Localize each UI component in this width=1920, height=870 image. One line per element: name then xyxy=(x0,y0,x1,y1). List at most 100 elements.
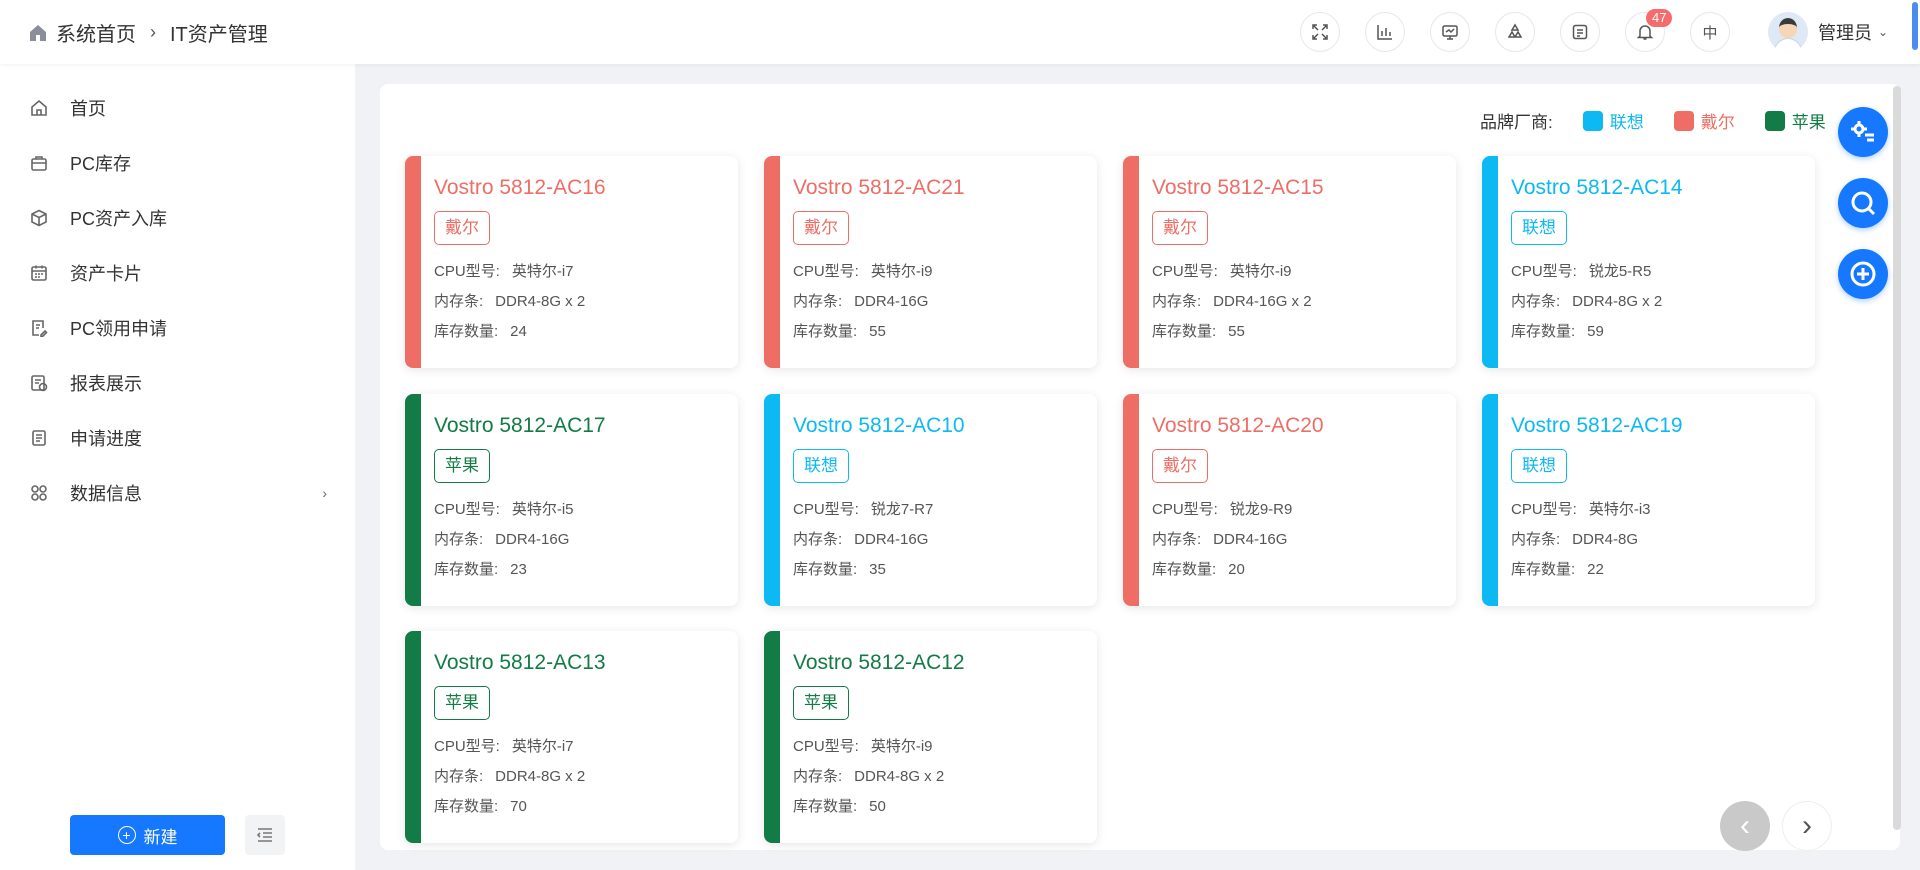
stock-label: 库存数量: xyxy=(793,561,858,578)
user-name: 管理员 xyxy=(1818,23,1872,43)
memory-label: 内存条: xyxy=(793,531,843,548)
cpu-value: 锐龙7-R7 xyxy=(870,501,934,518)
cpu-value: 英特尔-i9 xyxy=(1229,263,1292,280)
sidebar: 首页 PC库存 PC资产入库 资产卡片 PC领用申请 报表展示 申请进度 数据信… xyxy=(0,64,355,870)
card-title: Vostro 5812-AC12 xyxy=(793,651,965,674)
cpu-value: 英特尔-i3 xyxy=(1588,501,1651,518)
sidebar-item-asset-card[interactable]: 资产卡片 xyxy=(0,245,355,300)
recycle-button[interactable] xyxy=(1495,12,1535,52)
stock-label: 库存数量: xyxy=(793,798,858,815)
brand-tag: 苹果 xyxy=(793,686,849,720)
stock-value: 22 xyxy=(1587,561,1604,578)
add-button[interactable] xyxy=(1838,249,1888,299)
stock-row: 库存数量: 55 xyxy=(1152,320,1245,341)
asset-card[interactable]: Vostro 5812-AC16 戴尔 CPU型号: 英特尔-i7 内存条: DDR4-8… xyxy=(405,156,738,368)
breadcrumb-current: IT资产管理 xyxy=(170,24,268,46)
asset-card[interactable]: Vostro 5812-AC14 联想 CPU型号: 锐龙5-R5 内存条: DDR4-8… xyxy=(1482,156,1815,368)
brand-color-bar xyxy=(405,631,421,843)
sidebar-item-pc-request[interactable]: PC领用申请 xyxy=(0,300,355,355)
plus-circle-icon: + xyxy=(117,826,136,844)
asset-card[interactable]: Vostro 5812-AC15 戴尔 CPU型号: 英特尔-i9 内存条: DDR4-1… xyxy=(1123,156,1456,368)
legend-item-label: 戴尔 xyxy=(1700,113,1735,132)
stock-row: 库存数量: 50 xyxy=(793,795,886,816)
stock-label: 库存数量: xyxy=(1152,323,1217,340)
memory-value: DDR4-16G xyxy=(854,531,929,548)
top-header: 系统首页 › IT资产管理 47 中 管理员 ⌄ xyxy=(0,0,1920,64)
home-icon xyxy=(30,24,46,41)
cpu-row: CPU型号: 英特尔-i7 xyxy=(434,260,574,281)
search-button[interactable] xyxy=(1838,178,1888,228)
grid-icon xyxy=(31,484,47,501)
cpu-row: CPU型号: 英特尔-i3 xyxy=(1511,498,1651,519)
asset-card[interactable]: Vostro 5812-AC19 联想 CPU型号: 英特尔-i3 内存条: DDR4-8… xyxy=(1482,394,1815,606)
briefcase-icon xyxy=(31,155,47,171)
sidebar-item-report[interactable]: 报表展示 xyxy=(0,355,355,410)
sidebar-item-pc-inbound[interactable]: PC资产入库 xyxy=(0,190,355,245)
stock-value: 55 xyxy=(869,323,886,340)
new-button[interactable]: + 新建 xyxy=(70,815,225,855)
memory-row: 内存条: DDR4-16G xyxy=(793,290,928,311)
card-title: Vostro 5812-AC16 xyxy=(434,176,606,199)
legend-item-dell[interactable]: 戴尔 xyxy=(1673,108,1735,133)
sidebar-item-label: PC资产入库 xyxy=(70,208,168,229)
new-button-label: 新建 xyxy=(143,827,178,847)
memory-value: DDR4-16G xyxy=(854,293,929,310)
breadcrumb-home[interactable]: 系统首页 xyxy=(56,18,136,47)
asset-card[interactable]: Vostro 5812-AC13 苹果 CPU型号: 英特尔-i7 内存条: DDR4-8… xyxy=(405,631,738,843)
sidebar-item-progress[interactable]: 申请进度 xyxy=(0,410,355,465)
cpu-label: CPU型号: xyxy=(1511,501,1577,518)
notification-button[interactable]: 47 xyxy=(1625,9,1673,52)
asset-card[interactable]: Vostro 5812-AC21 戴尔 CPU型号: 英特尔-i9 内存条: DDR4-1… xyxy=(764,156,1097,368)
sidebar-item-label: PC领用申请 xyxy=(70,318,168,339)
language-button[interactable]: 中 xyxy=(1690,12,1730,52)
brand-color-bar xyxy=(1123,156,1139,368)
sidebar-item-pc-stock[interactable]: PC库存 xyxy=(0,135,355,190)
asset-card[interactable]: Vostro 5812-AC12 苹果 CPU型号: 英特尔-i9 内存条: DDR4-8… xyxy=(764,631,1097,843)
settings-panel-button[interactable] xyxy=(1838,107,1888,157)
stock-label: 库存数量: xyxy=(793,323,858,340)
bar-chart-icon xyxy=(1377,25,1392,40)
cpu-row: CPU型号: 英特尔-i7 xyxy=(434,735,574,756)
stock-row: 库存数量: 23 xyxy=(434,558,527,579)
brand-legend: 品牌厂商: 联想 戴尔 苹果 xyxy=(1480,108,1826,133)
sidebar-item-home[interactable]: 首页 xyxy=(0,80,355,135)
legend-item-lenovo[interactable]: 联想 xyxy=(1582,108,1644,133)
stock-label: 库存数量: xyxy=(434,798,499,815)
cpu-value: 英特尔-i7 xyxy=(511,738,574,755)
memory-value: DDR4-16G xyxy=(1213,531,1288,548)
cpu-row: CPU型号: 锐龙9-R9 xyxy=(1152,498,1292,519)
next-page-button[interactable]: › xyxy=(1782,801,1832,851)
asset-card[interactable]: Vostro 5812-AC10 联想 CPU型号: 锐龙7-R7 内存条: DDR4-1… xyxy=(764,394,1097,606)
monitor-button[interactable] xyxy=(1430,12,1470,52)
cpu-label: CPU型号: xyxy=(434,738,500,755)
chart-button[interactable] xyxy=(1365,12,1405,52)
card-title: Vostro 5812-AC17 xyxy=(434,414,606,437)
prev-page-button[interactable]: ‹ xyxy=(1720,801,1770,851)
monitor-icon xyxy=(1442,25,1458,40)
brand-tag: 戴尔 xyxy=(1152,449,1208,483)
stock-value: 50 xyxy=(869,798,886,815)
notification-badge: 47 xyxy=(1646,9,1673,27)
form-button[interactable] xyxy=(1560,12,1600,52)
stock-row: 库存数量: 20 xyxy=(1152,558,1245,579)
fullscreen-button[interactable] xyxy=(1300,12,1340,52)
memory-row: 内存条: DDR4-16G xyxy=(434,528,569,549)
card-title: Vostro 5812-AC19 xyxy=(1511,414,1683,437)
cpu-row: CPU型号: 英特尔-i9 xyxy=(793,735,933,756)
sidebar-item-data-info[interactable]: 数据信息 › xyxy=(0,465,355,520)
cpu-value: 锐龙5-R5 xyxy=(1588,263,1652,280)
collapse-sidebar-button[interactable] xyxy=(245,815,285,855)
brand-tag: 戴尔 xyxy=(1152,211,1208,245)
cpu-row: CPU型号: 锐龙5-R5 xyxy=(1511,260,1651,281)
legend-item-apple[interactable]: 苹果 xyxy=(1764,108,1826,133)
add-circle-icon xyxy=(1850,261,1876,287)
main-scrollbar[interactable] xyxy=(1893,86,1901,830)
asset-card[interactable]: Vostro 5812-AC20 戴尔 CPU型号: 锐龙9-R9 内存条: DDR4-1… xyxy=(1123,394,1456,606)
asset-card[interactable]: Vostro 5812-AC17 苹果 CPU型号: 英特尔-i5 内存条: DDR4-1… xyxy=(405,394,738,606)
user-menu[interactable]: 管理员 ⌄ xyxy=(1768,12,1888,52)
sidebar-item-label: 报表展示 xyxy=(70,373,142,394)
stock-value: 59 xyxy=(1587,323,1604,340)
collapse-menu-icon xyxy=(256,828,272,842)
memory-value: DDR4-8G x 2 xyxy=(1572,293,1663,310)
memory-label: 内存条: xyxy=(1152,531,1202,548)
